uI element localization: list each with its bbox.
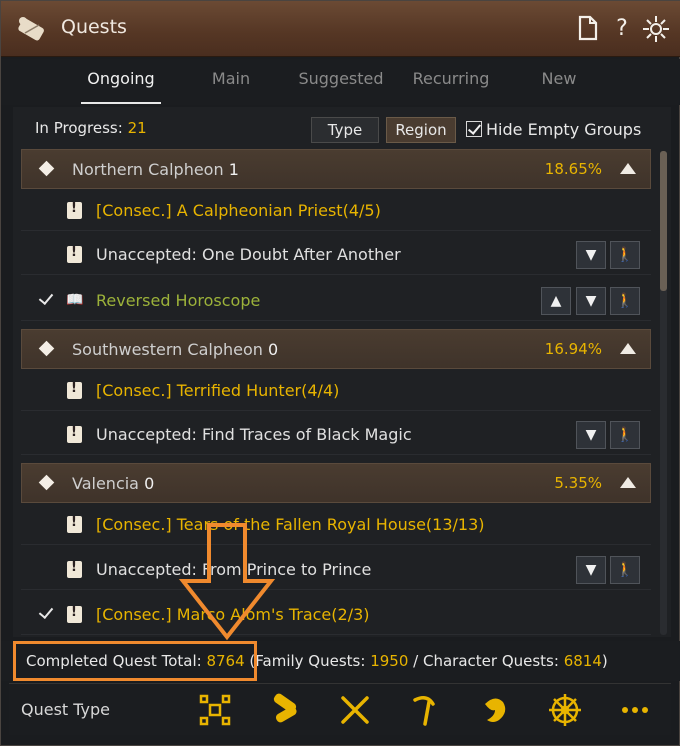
scroll-icon[interactable] — [265, 690, 305, 730]
hide-empty-checkbox[interactable] — [466, 121, 482, 137]
group-name: Northern Calpheon 1 — [72, 160, 239, 179]
group-name: Valencia 0 — [72, 474, 155, 493]
quest-title: [Consec.] A Calpheonian Priest(4/5) — [96, 201, 381, 220]
quest-title: Unaccepted: Find Traces of Black Magic — [96, 425, 412, 444]
in-progress-count: 21 — [127, 119, 147, 137]
group-name: Southwestern Calpheon 0 — [72, 340, 279, 359]
quest-icon — [67, 605, 82, 623]
tab-suggested[interactable]: Suggested — [291, 69, 391, 88]
group-percent: 18.65% — [544, 160, 602, 178]
quest-icon — [67, 515, 82, 533]
navigate-button[interactable]: 🚶 — [610, 556, 640, 584]
help-icon[interactable]: ? — [609, 15, 635, 43]
book-icon: 📖 — [66, 292, 84, 308]
tracked-check-icon[interactable] — [39, 606, 53, 620]
hide-empty-groups-toggle[interactable]: Hide Empty Groups — [466, 120, 641, 139]
quest-row[interactable]: Unaccepted: Find Traces of Black Magic ▼… — [21, 415, 651, 455]
quest-row[interactable]: 📖 Reversed Horoscope ▲ ▼ 🚶 — [21, 281, 651, 321]
down-arrow-annotation — [178, 523, 276, 641]
quest-icon — [67, 560, 82, 578]
window-title: Quests — [61, 16, 127, 38]
tab-new[interactable]: New — [527, 69, 591, 88]
quest-list-panel: In Progress: 21 Type Region Hide Empty G… — [13, 107, 671, 637]
collapse-arrow-icon[interactable] — [620, 163, 636, 174]
tab-bar: Ongoing Main Suggested Recurring New — [1, 59, 680, 105]
quest-row[interactable]: [Consec.] A Calpheonian Priest(4/5) — [21, 191, 651, 231]
quest-row[interactable]: Unaccepted: From Prince to Prince ▼ 🚶 — [21, 550, 651, 590]
navigate-button[interactable]: 🚶 — [610, 421, 640, 449]
quest-type-label: Quest Type — [21, 700, 111, 719]
select-all-icon[interactable] — [195, 690, 235, 730]
navigate-button[interactable]: 🚶 — [610, 287, 640, 315]
tab-recurring[interactable]: Recurring — [401, 69, 501, 88]
diamond-icon — [38, 340, 55, 357]
quest-window: Quests ? Ongoing Main Suggested Recurrin… — [0, 0, 680, 746]
filter-row: In Progress: 21 Type Region Hide Empty G… — [13, 107, 671, 149]
quest-row[interactable]: Unaccepted: One Doubt After Another ▼ 🚶 — [21, 235, 651, 275]
character-quests-count: 6814 — [563, 652, 602, 670]
active-tab-indicator — [81, 102, 161, 104]
quest-icon — [67, 201, 82, 219]
group-header[interactable]: Valencia 0 5.35% — [21, 463, 651, 503]
quest-type-bar: Quest Type — [9, 683, 671, 735]
quest-icon — [67, 425, 82, 443]
hide-empty-label: Hide Empty Groups — [486, 120, 642, 139]
quest-title: [Consec.] Terrified Hunter(4/4) — [96, 381, 340, 400]
tab-ongoing[interactable]: Ongoing — [81, 69, 161, 88]
crossed-swords-icon[interactable] — [335, 690, 375, 730]
quest-title: [Consec.] Tears of the Fallen Royal Hous… — [96, 515, 485, 534]
scrollbar-thumb[interactable] — [660, 151, 667, 291]
sort-type-button[interactable]: Type — [311, 117, 379, 143]
move-down-button[interactable]: ▼ — [576, 287, 606, 315]
scrollbar[interactable] — [660, 151, 667, 635]
move-down-button[interactable]: ▼ — [576, 556, 606, 584]
title-bar[interactable]: Quests ? — [1, 1, 680, 57]
move-up-button[interactable]: ▲ — [541, 287, 571, 315]
more-icon[interactable] — [615, 690, 655, 730]
quest-icon — [67, 381, 82, 399]
move-down-button[interactable]: ▼ — [576, 241, 606, 269]
diamond-icon — [38, 160, 55, 177]
quest-row[interactable]: [Consec.] Tears of the Fallen Royal Hous… — [21, 505, 651, 545]
quest-scroll-icon — [18, 17, 44, 41]
group-percent: 16.94% — [544, 340, 602, 358]
group-header[interactable]: Northern Calpheon 1 18.65% — [21, 149, 651, 189]
collapse-arrow-icon[interactable] — [620, 343, 636, 354]
tracked-check-icon[interactable] — [39, 292, 53, 306]
quest-row[interactable]: [Consec.] Marco Alom's Trace(2/3) — [21, 595, 651, 635]
group-header[interactable]: Southwestern Calpheon 0 16.94% — [21, 329, 651, 369]
diamond-icon — [38, 474, 55, 491]
sort-region-button[interactable]: Region — [386, 117, 456, 143]
fish-icon[interactable] — [475, 690, 515, 730]
ship-wheel-icon[interactable] — [545, 690, 585, 730]
tab-main[interactable]: Main — [197, 69, 265, 88]
in-progress-counter: In Progress: 21 — [35, 119, 147, 137]
navigate-button[interactable]: 🚶 — [610, 241, 640, 269]
in-progress-label: In Progress: — [35, 119, 123, 137]
highlight-box — [13, 641, 257, 681]
move-down-button[interactable]: ▼ — [576, 421, 606, 449]
settings-icon[interactable] — [641, 15, 671, 43]
quest-icon — [67, 245, 82, 263]
quest-title: Unaccepted: One Doubt After Another — [96, 245, 401, 264]
group-percent: 5.35% — [554, 474, 602, 492]
pickaxe-icon[interactable] — [405, 690, 445, 730]
quest-title: Reversed Horoscope — [96, 291, 261, 310]
family-quests-count: 1950 — [370, 652, 409, 670]
collapse-arrow-icon[interactable] — [620, 477, 636, 488]
document-icon[interactable] — [575, 15, 601, 43]
quest-row[interactable]: [Consec.] Terrified Hunter(4/4) — [21, 371, 651, 411]
